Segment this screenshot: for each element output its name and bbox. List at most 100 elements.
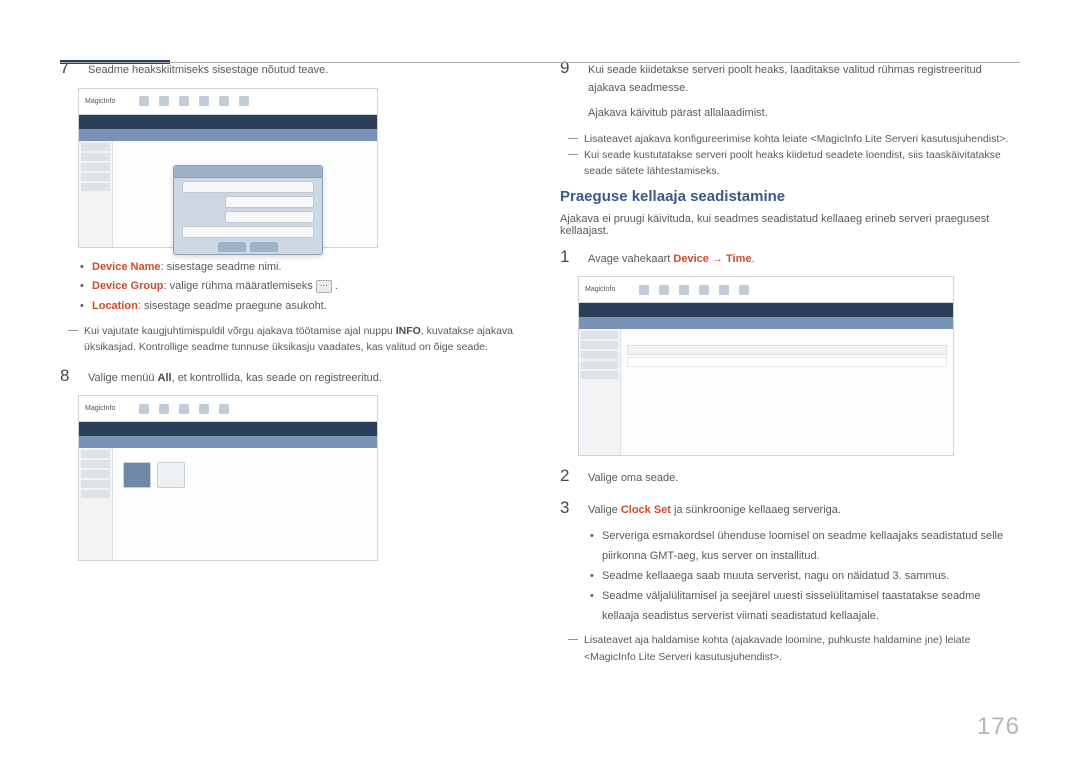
- header-icon: [199, 404, 209, 414]
- header-icon: [219, 96, 229, 106]
- step-2-time: 2 Valige oma seade.: [560, 466, 1020, 488]
- header-icon: [139, 404, 149, 414]
- ellipsis-button-icon: ⋯: [316, 280, 332, 293]
- header-icon: [159, 404, 169, 414]
- header-icon: [219, 404, 229, 414]
- screenshot-menubar: [79, 422, 377, 436]
- screenshot-tabbar: [579, 317, 953, 329]
- page-number: 176: [977, 713, 1020, 741]
- field-desc: : valige rühma määratlemiseks: [164, 280, 316, 292]
- header-icon: [659, 285, 669, 295]
- all-bold: All: [158, 372, 172, 384]
- bullet-location: Location: sisestage seadme praegune asuk…: [80, 297, 520, 317]
- screenshot-device-list-all: MagicInfo: [78, 395, 378, 561]
- dialog-field: [182, 226, 314, 238]
- info-bold: INFO: [396, 325, 421, 337]
- screenshot-canvas: [621, 329, 953, 455]
- step-number: 2: [560, 466, 574, 488]
- field-desc: : sisestage seadme praegune asukoht.: [138, 300, 327, 312]
- app-logo-text: MagicInfo: [79, 98, 121, 105]
- dialog-button-row: [174, 242, 322, 252]
- dialog-field: [225, 211, 314, 223]
- bullet-server-change: Seadme kellaaega saab muuta serverist, n…: [590, 567, 1020, 587]
- note-info-button: Kui vajutate kaugjuhtimispuldil võrgu aj…: [68, 323, 520, 356]
- screenshot-tabbar: [79, 436, 377, 448]
- step-text: Avage vahekaart Device → Time.: [588, 247, 755, 269]
- step-8: 8 Valige menüü All, et kontrollida, kas …: [60, 366, 520, 388]
- field-label: Device Name: [92, 261, 161, 273]
- screenshot-tabbar: [79, 129, 377, 141]
- step-number: 8: [60, 366, 74, 388]
- list-item-row: [627, 357, 947, 367]
- header-icon: [199, 96, 209, 106]
- screenshot-canvas: [113, 448, 377, 560]
- right-column: 9 Kui seade kiidetakse serveri poolt hea…: [560, 48, 1020, 673]
- note-configure-schedule: Lisateavet ajakava konfigureerimise koht…: [568, 131, 1020, 147]
- step-text: Valige menüü All, et kontrollida, kas se…: [88, 366, 382, 388]
- field-desc: : sisestage seadme nimi.: [161, 261, 282, 273]
- bullet-device-group: Device Group: valige rühma määratlemisek…: [80, 277, 520, 297]
- section-heading-current-time: Praeguse kellaaja seadistamine: [560, 188, 1020, 205]
- screenshot-sidebar: [579, 329, 621, 455]
- screenshot-canvas: [113, 141, 377, 247]
- left-column: 7 Seadme heakskiitmiseks sisestage nõutu…: [60, 48, 520, 673]
- header-icon: [719, 285, 729, 295]
- header-icon: [239, 96, 249, 106]
- dialog-button: [218, 242, 246, 252]
- time-notes-bullets: Serveriga esmakordsel ühenduse loomisel …: [590, 527, 1020, 626]
- app-logo-text: MagicInfo: [79, 405, 121, 412]
- step7-note: Kui vajutate kaugjuhtimispuldil võrgu aj…: [68, 323, 520, 356]
- app-logo-text: MagicInfo: [579, 286, 621, 293]
- screenshot-device-time-tab: MagicInfo: [578, 276, 954, 456]
- screenshot-sidebar: [79, 448, 113, 560]
- note-time-management: Lisateavet aja haldamise kohta (ajakavad…: [568, 632, 1020, 665]
- dialog-button: [250, 242, 278, 252]
- step-number: 9: [560, 58, 574, 123]
- time-dash-note: Lisateavet aja haldamise kohta (ajakavad…: [568, 632, 1020, 665]
- step9-notes: Lisateavet ajakava konfigureerimise koht…: [568, 131, 1020, 180]
- device-time-path: Device → Time: [673, 253, 751, 265]
- note-text: Kui vajutate kaugjuhtimispuldil võrgu aj…: [84, 325, 513, 353]
- step-text: Valige oma seade.: [588, 466, 678, 488]
- header-icon: [679, 285, 689, 295]
- device-tile: [157, 462, 185, 488]
- screenshot-titlebar: MagicInfo: [579, 277, 953, 303]
- dialog-field: [225, 196, 314, 208]
- step9-line1: Kui seade kiidetakse serveri poolt heaks…: [588, 62, 1020, 97]
- clock-set-label: Clock Set: [621, 504, 671, 516]
- dialog-field: [182, 181, 314, 193]
- bullet-gmt: Serveriga esmakordsel ühenduse loomisel …: [590, 527, 1020, 567]
- step-3-time: 3 Valige Clock Set ja sünkroonige kellaa…: [560, 498, 1020, 520]
- header-icon: [739, 285, 749, 295]
- step7-field-bullets: Device Name: sisestage seadme nimi. Devi…: [80, 258, 520, 317]
- bullet-reboot-restore: Seadme väljalülitamisel ja seejärel uues…: [590, 587, 1020, 627]
- device-tile-selected: [123, 462, 151, 488]
- approval-dialog: [173, 165, 323, 255]
- step9-line2: Ajakava käivitub pärast allalaadimist.: [588, 105, 1020, 123]
- bullet-device-name: Device Name: sisestage seadme nimi.: [80, 258, 520, 278]
- header-icon: [179, 96, 189, 106]
- screenshot-titlebar: MagicInfo: [79, 89, 377, 115]
- screenshot-menubar: [79, 115, 377, 129]
- header-icon: [639, 285, 649, 295]
- step-text: Valige Clock Set ja sünkroonige kellaaeg…: [588, 498, 841, 520]
- field-label: Device Group: [92, 280, 164, 292]
- app-header-icons: [121, 404, 229, 414]
- list-header-row: [627, 345, 947, 355]
- step-text: Kui seade kiidetakse serveri poolt heaks…: [588, 58, 1020, 123]
- page-content: 7 Seadme heakskiitmiseks sisestage nõutu…: [0, 0, 1080, 703]
- header-icon: [179, 404, 189, 414]
- step-number: 3: [560, 498, 574, 520]
- field-label: Location: [92, 300, 138, 312]
- dialog-titlebar: [174, 166, 322, 178]
- app-header-icons: [121, 96, 249, 106]
- header-icon: [699, 285, 709, 295]
- screenshot-sidebar: [79, 141, 113, 247]
- header-rule: [60, 62, 1020, 63]
- section-intro: Ajakava ei pruugi käivituda, kui seadmes…: [560, 213, 1020, 237]
- screenshot-device-approval-dialog: MagicInfo: [78, 88, 378, 248]
- app-header-icons: [621, 285, 749, 295]
- screenshot-titlebar: MagicInfo: [79, 396, 377, 422]
- step-1-time: 1 Avage vahekaart Device → Time.: [560, 247, 1020, 269]
- screenshot-menubar: [579, 303, 953, 317]
